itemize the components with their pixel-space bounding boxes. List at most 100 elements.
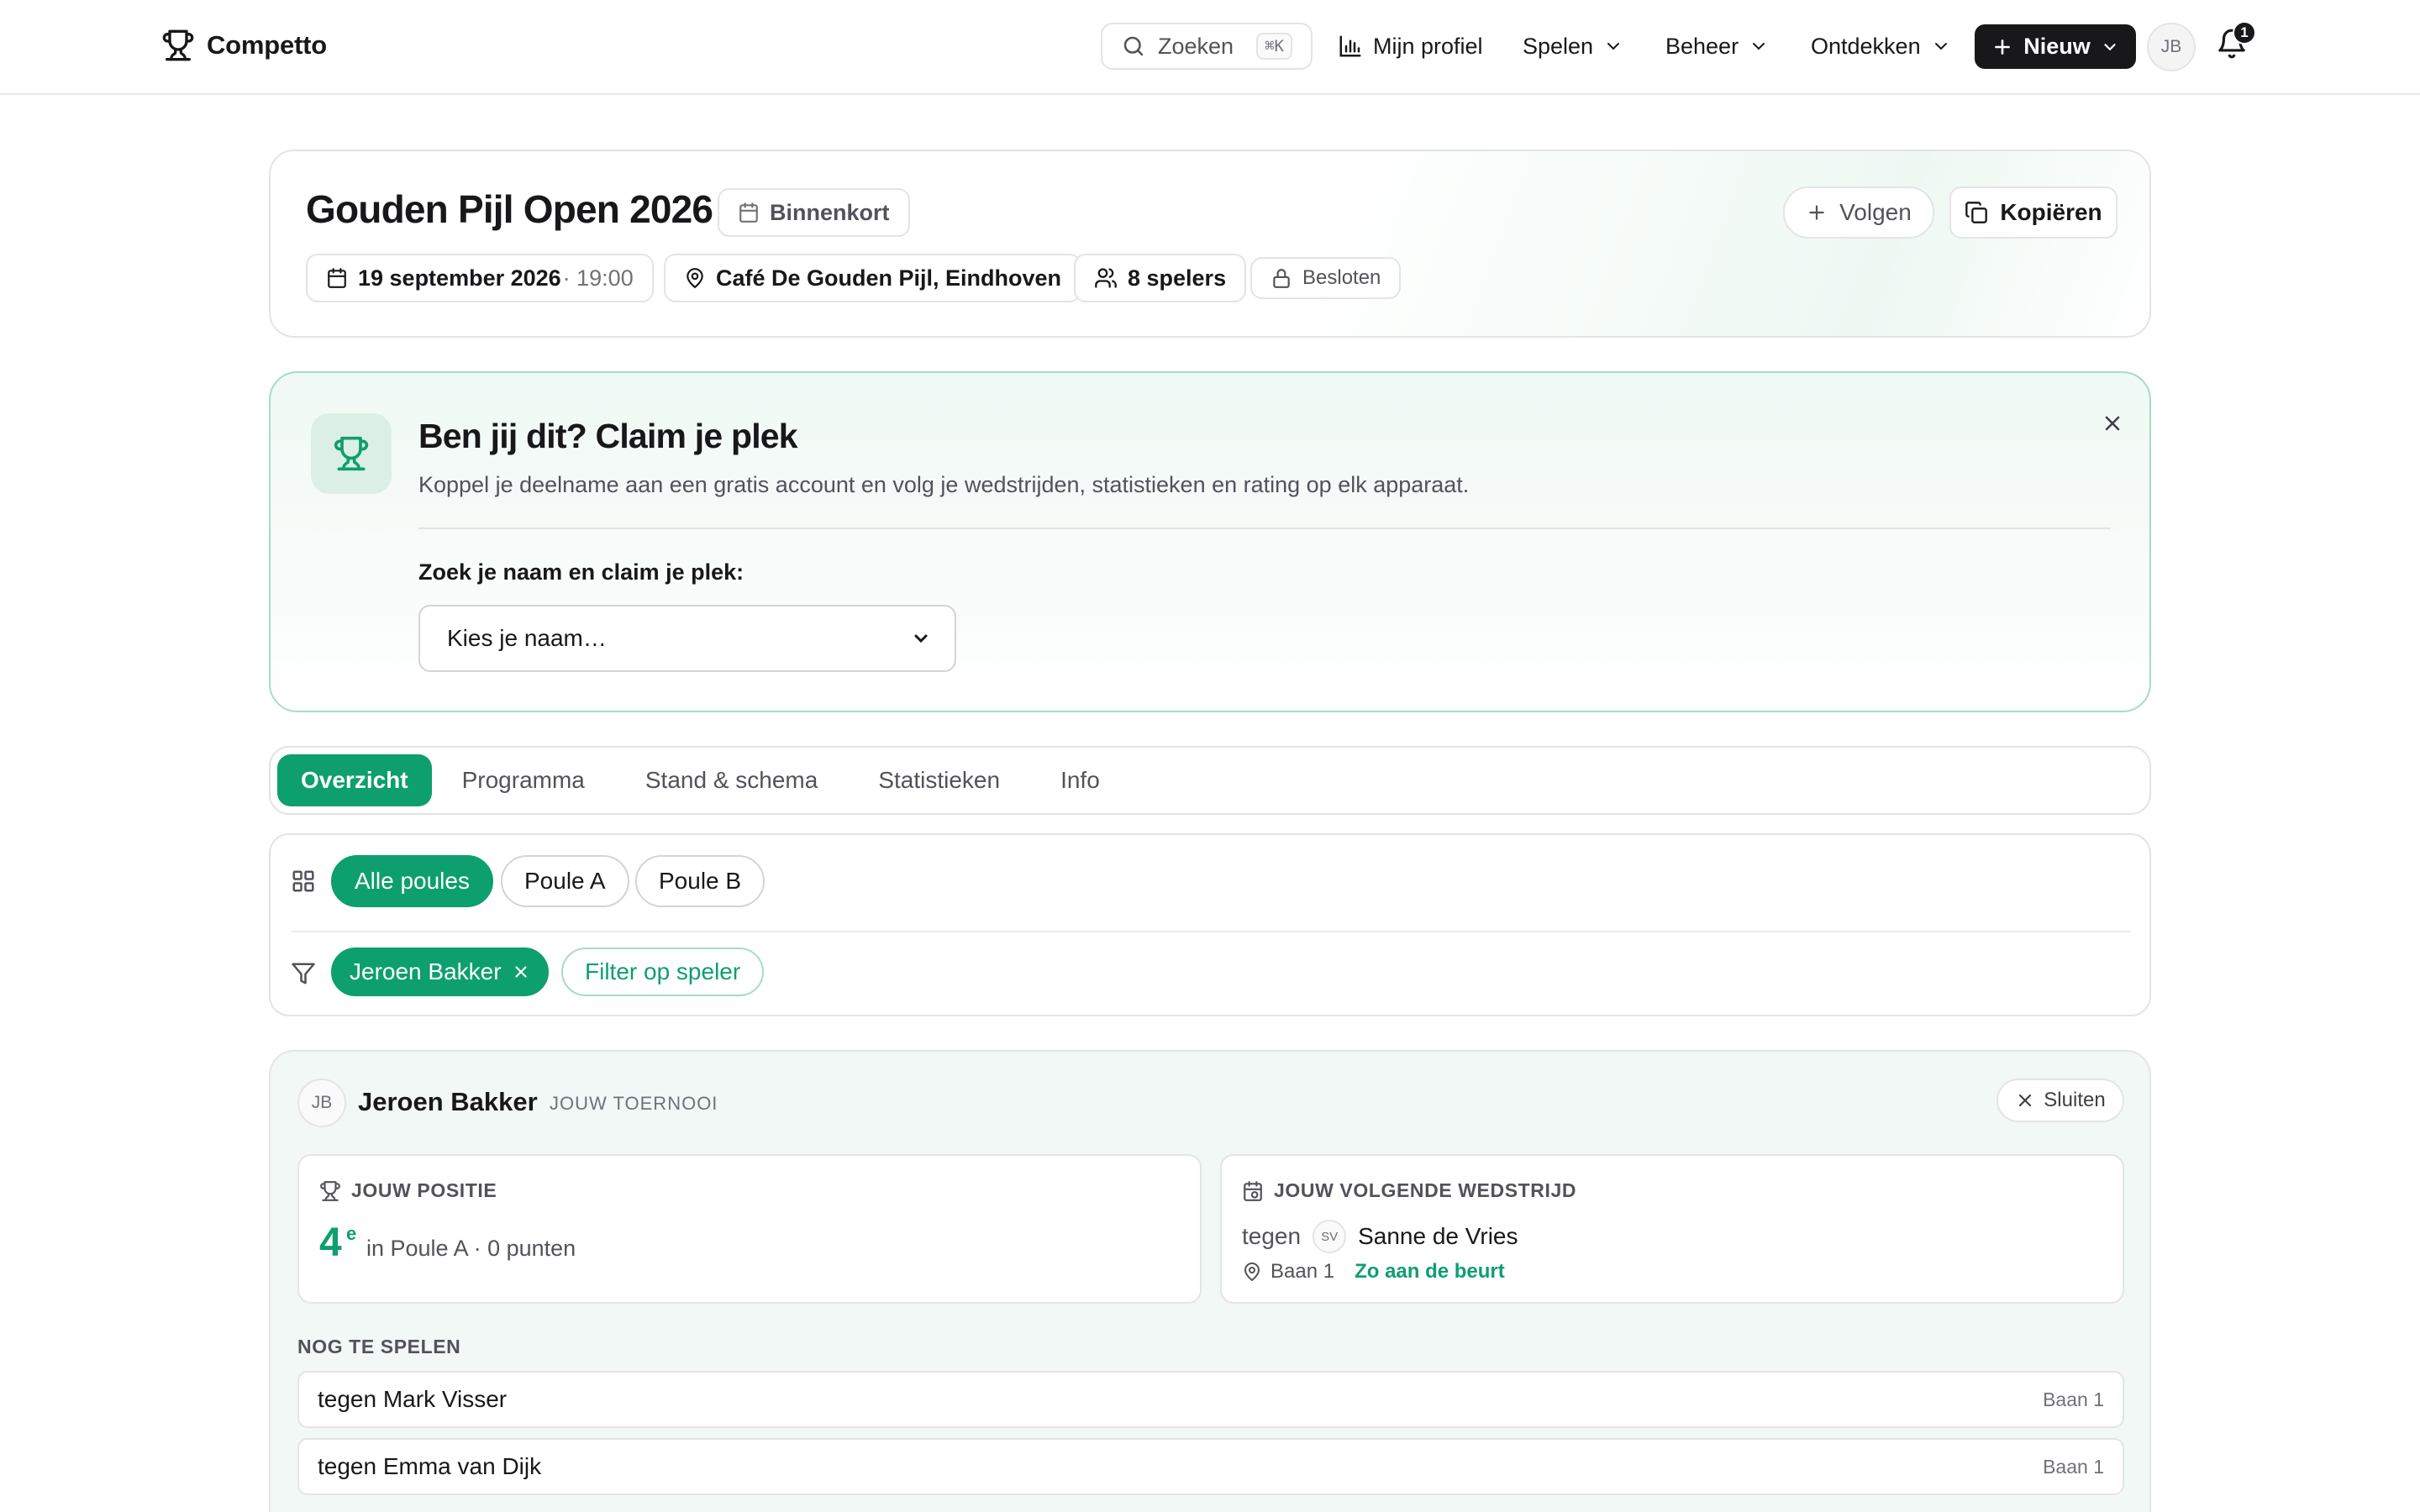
- close-panel-button[interactable]: Sluiten: [1996, 1079, 2124, 1122]
- nav-play-menu[interactable]: Spelen: [1523, 28, 1623, 65]
- search-icon: [1121, 34, 1146, 59]
- plus-icon: [1806, 202, 1828, 223]
- status-badge-label: Binnenkort: [770, 199, 890, 225]
- calendar-clock-icon: [1242, 1180, 1264, 1202]
- calendar-icon: [738, 202, 760, 223]
- lock-icon: [1270, 267, 1292, 289]
- close-icon[interactable]: [512, 963, 530, 981]
- players-value: 8 spelers: [1128, 265, 1227, 291]
- nav-my-profile-label: Mijn profiel: [1373, 33, 1483, 59]
- chevron-down-icon: [2101, 38, 2119, 56]
- next-match-heading-label: JOUW VOLGENDE WEDSTRIJD: [1274, 1179, 1577, 1201]
- next-match-heading: JOUW VOLGENDE WEDSTRIJD: [1242, 1179, 1576, 1202]
- divider: [291, 931, 2131, 932]
- opponent-name: Sanne de Vries: [1358, 1223, 1518, 1249]
- close-banner-button[interactable]: [2096, 407, 2129, 440]
- date-value: 19 september 2026: [358, 265, 561, 291]
- divider: [418, 528, 2111, 529]
- tab-stand-schema[interactable]: Stand & schema: [622, 754, 841, 806]
- chevron-down-icon: [1603, 36, 1623, 56]
- notification-badge: 1: [2233, 21, 2256, 45]
- court-value: Baan 1: [1270, 1260, 1335, 1283]
- time-value: · 19:00: [562, 265, 634, 291]
- close-panel-label: Sluiten: [2044, 1089, 2106, 1111]
- search-shortcut: ⌘K: [1256, 33, 1292, 60]
- tournament-title: Gouden Pijl Open 2026: [306, 187, 713, 231]
- nav-manage-menu[interactable]: Beheer: [1665, 28, 1769, 65]
- follow-button-label: Volgen: [1839, 199, 1912, 225]
- name-select[interactable]: Kies je naam…: [418, 605, 956, 672]
- nav-discover-label: Ontdekken: [1811, 33, 1921, 59]
- search-label: Zoeken: [1158, 33, 1234, 59]
- users-icon: [1094, 266, 1118, 290]
- tab-statistieken[interactable]: Statistieken: [855, 754, 1023, 806]
- next-match-court: Baan 1 Zo aan de beurt: [1242, 1260, 1505, 1284]
- status-badge: Binnenkort: [718, 188, 910, 237]
- filter-player-button[interactable]: Filter op speler: [561, 948, 765, 996]
- trophy-icon: [319, 1180, 341, 1202]
- copy-button-label: Kopiëren: [2000, 199, 2102, 225]
- claim-spot-banner: Ben jij dit? Claim je plek Koppel je dee…: [269, 371, 2151, 712]
- copy-button[interactable]: Kopiëren: [1949, 186, 2118, 239]
- players-pill: 8 spelers: [1074, 254, 1247, 302]
- claim-subtitle: Koppel je deelname aan een gratis accoun…: [418, 472, 1470, 497]
- position-card: JOUW POSITIE 4 e in Poule A · 0 punten: [297, 1154, 1202, 1304]
- pool-chip-b[interactable]: Poule B: [635, 855, 765, 907]
- pool-chip-a[interactable]: Poule A: [501, 855, 629, 907]
- turn-note: Zo aan de beurt: [1355, 1260, 1505, 1283]
- filter-icon: [291, 961, 316, 986]
- pool-chip-all[interactable]: Alle poules: [331, 855, 493, 907]
- venue-pill[interactable]: Café De Gouden Pijl, Eindhoven: [664, 254, 1082, 302]
- close-icon: [2015, 1090, 2035, 1110]
- tab-programma[interactable]: Programma: [439, 754, 608, 806]
- brand[interactable]: Competto: [161, 29, 327, 62]
- avatar: JB: [297, 1079, 346, 1127]
- nav-discover-menu[interactable]: Ontdekken: [1811, 28, 1951, 65]
- player-panel: JB Jeroen Bakker JOUW TOERNOOI Sluiten J…: [269, 1050, 2151, 1512]
- close-icon: [2101, 412, 2124, 435]
- list-item[interactable]: tegen Emma van Dijk Baan 1: [297, 1438, 2124, 1495]
- nav-my-profile[interactable]: Mijn profiel: [1338, 28, 1483, 65]
- next-match-opponent: tegen SV Sanne de Vries: [1242, 1220, 1518, 1253]
- next-match-card[interactable]: JOUW VOLGENDE WEDSTRIJD tegen SV Sanne d…: [1220, 1154, 2124, 1304]
- plus-icon: [1991, 36, 2013, 58]
- bar-chart-icon: [1338, 34, 1363, 59]
- grid-icon: [291, 869, 316, 894]
- match-court: Baan 1: [2043, 1455, 2104, 1478]
- upcoming-heading: NOG TE SPELEN: [297, 1336, 461, 1357]
- privacy-value: Besloten: [1302, 266, 1381, 289]
- user-avatar[interactable]: JB: [2147, 23, 2196, 71]
- match-court: Baan 1: [2043, 1388, 2104, 1410]
- chevron-down-icon: [1931, 36, 1951, 56]
- match-opponent: tegen Emma van Dijk: [318, 1453, 542, 1479]
- new-button[interactable]: Nieuw: [1975, 24, 2136, 69]
- name-select-value: Kies je naam…: [447, 625, 607, 651]
- position-heading-label: JOUW POSITIE: [351, 1179, 497, 1201]
- follow-button[interactable]: Volgen: [1783, 186, 1934, 239]
- filter-panel: Alle poules Poule A Poule B Jeroen Bakke…: [269, 833, 2151, 1016]
- chevron-down-icon: [911, 628, 931, 648]
- map-pin-icon: [684, 267, 706, 289]
- trophy-icon: [311, 413, 392, 494]
- nav-manage-label: Beheer: [1665, 33, 1739, 59]
- tournament-header: Gouden Pijl Open 2026 Binnenkort Volgen …: [269, 150, 2151, 338]
- search-button[interactable]: Zoeken ⌘K: [1101, 23, 1313, 70]
- player-filter-chip[interactable]: Jeroen Bakker: [331, 948, 549, 996]
- brand-name: Competto: [207, 30, 328, 60]
- trophy-icon: [161, 29, 195, 62]
- map-pin-icon: [1242, 1262, 1262, 1282]
- avatar: SV: [1313, 1220, 1347, 1253]
- tab-bar: Overzicht Programma Stand & schema Stati…: [269, 746, 2151, 815]
- chevron-down-icon: [1749, 36, 1769, 56]
- claim-select-label: Zoek je naam en claim je plek:: [418, 559, 744, 585]
- player-filter-chip-label: Jeroen Bakker: [350, 958, 502, 984]
- calendar-icon: [326, 267, 348, 289]
- opponent-prefix: tegen: [1242, 1223, 1302, 1249]
- position-heading: JOUW POSITIE: [319, 1179, 497, 1202]
- player-name: Jeroen Bakker: [358, 1087, 538, 1116]
- position-rank: 4: [319, 1221, 342, 1265]
- list-item[interactable]: tegen Mark Visser Baan 1: [297, 1371, 2124, 1428]
- date-pill: 19 september 2026 · 19:00: [306, 254, 654, 302]
- tab-info[interactable]: Info: [1037, 754, 1123, 806]
- tab-overzicht[interactable]: Overzicht: [277, 754, 432, 806]
